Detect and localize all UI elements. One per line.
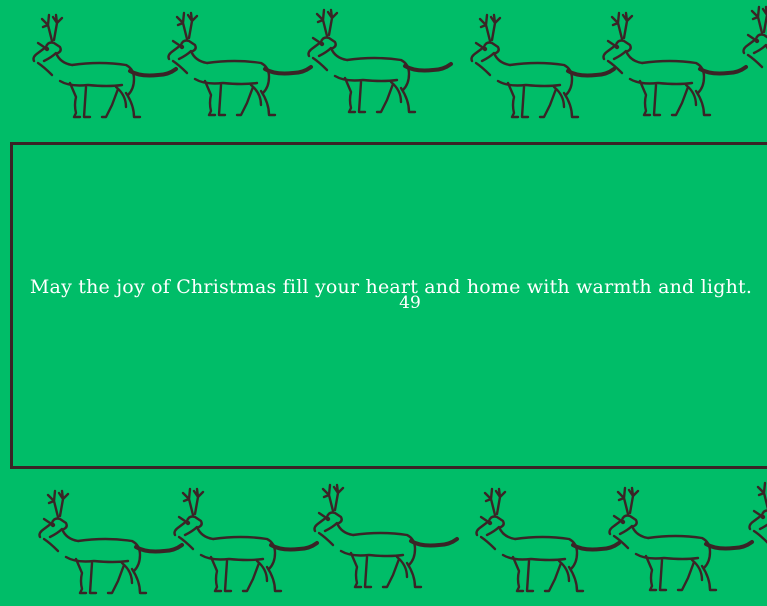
- reindeer-icon: [34, 15, 177, 117]
- reindeer-icon: [175, 489, 318, 591]
- reindeer-icon: [477, 489, 620, 591]
- card-number: 49: [0, 293, 767, 313]
- reindeer-icon: [40, 491, 183, 593]
- reindeer-border-top: [0, 5, 767, 130]
- reindeer-border-bottom: [0, 481, 767, 606]
- reindeer-icon: [169, 13, 312, 115]
- reindeer-icon: [610, 488, 753, 590]
- reindeer-icon: [309, 10, 452, 112]
- reindeer-icon: [472, 15, 615, 117]
- reindeer-icon: [750, 483, 767, 585]
- reindeer-icon: [604, 13, 747, 115]
- reindeer-icon: [315, 485, 458, 587]
- reindeer-icon: [744, 7, 767, 109]
